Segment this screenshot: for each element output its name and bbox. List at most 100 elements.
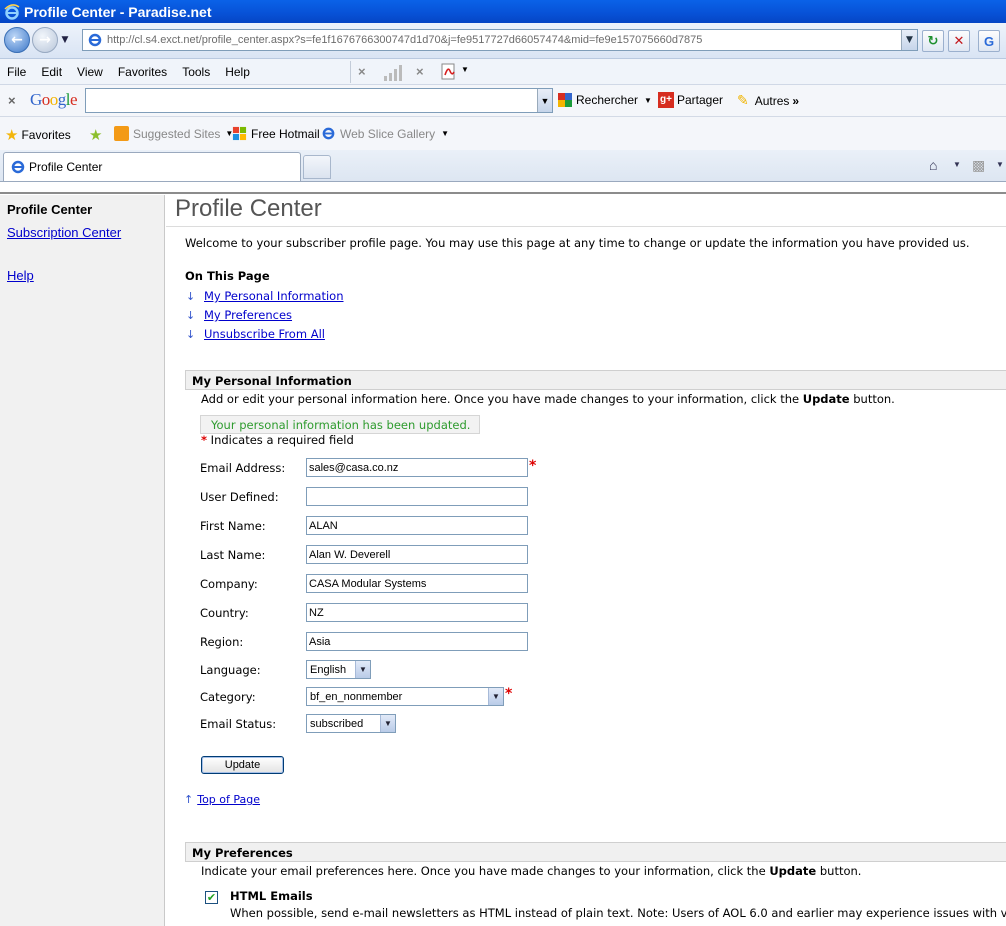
toc-link-unsubscribe[interactable]: Unsubscribe From All bbox=[204, 327, 325, 341]
page-title: Profile Center bbox=[175, 195, 322, 222]
menu-tools[interactable]: Tools bbox=[175, 65, 218, 79]
down-arrow-icon: ↓ bbox=[186, 289, 196, 303]
autres-button[interactable]: ✎ Autres » bbox=[737, 92, 799, 109]
top-of-page: ↑ Top of Page bbox=[184, 793, 260, 806]
new-tab-button[interactable] bbox=[303, 155, 331, 179]
web-slice-dropdown-icon[interactable]: ▼ bbox=[441, 129, 449, 138]
language-select[interactable]: English ▼ bbox=[306, 660, 371, 679]
rechercher-button[interactable]: Rechercher ▼ bbox=[557, 92, 652, 108]
menu-favorites[interactable]: Favorites bbox=[111, 65, 175, 79]
web-slice-gallery-label: Web Slice Gallery bbox=[340, 126, 436, 141]
country-label: Country: bbox=[200, 606, 249, 620]
back-arrow-icon: ← bbox=[11, 32, 23, 48]
add-favorite-icon: ★ bbox=[89, 127, 103, 144]
google-toolbar-close-icon[interactable]: × bbox=[8, 93, 16, 108]
toc-item: ↓ Unsubscribe From All bbox=[186, 327, 325, 341]
last-name-field[interactable] bbox=[306, 545, 528, 564]
toc-link-personal-information[interactable]: My Personal Information bbox=[204, 289, 344, 303]
google-search-input[interactable]: ▼ bbox=[85, 88, 553, 113]
web-slice-ie-icon bbox=[322, 127, 335, 140]
tab-profile-center[interactable]: Profile Center bbox=[3, 152, 301, 181]
company-field[interactable] bbox=[306, 574, 528, 593]
tab-title: Profile Center bbox=[29, 160, 103, 174]
email-field[interactable] bbox=[306, 458, 528, 477]
pencil-icon: ✎ bbox=[737, 92, 749, 108]
viewport-top-border bbox=[0, 182, 1006, 194]
personal-info-heading: My Personal Information bbox=[185, 370, 1006, 390]
update-button[interactable]: Update bbox=[201, 756, 284, 774]
required-note-text: Indicates a required field bbox=[207, 433, 354, 447]
language-selected-value: English bbox=[310, 663, 347, 676]
sidebar-link-subscription-center[interactable]: Subscription Center bbox=[7, 225, 121, 240]
toolbar-close-icon[interactable]: × bbox=[358, 64, 366, 79]
category-selected-value: bf_en_nonmember bbox=[310, 690, 403, 703]
personal-desc-end: button. bbox=[849, 392, 895, 406]
sidebar-title: Profile Center bbox=[7, 202, 93, 217]
preferences-desc-end: button. bbox=[816, 864, 862, 878]
google-rechercher-icon bbox=[558, 93, 572, 107]
menu-bar: File Edit View Favorites Tools Help × × … bbox=[0, 59, 1006, 85]
home-icon[interactable]: ⌂ bbox=[929, 157, 937, 173]
window-title: Profile Center - Paradise.net bbox=[24, 3, 212, 20]
menu-file[interactable]: File bbox=[0, 65, 34, 79]
menu-view[interactable]: View bbox=[70, 65, 111, 79]
suggested-sites-link[interactable]: Suggested Sites ▼ bbox=[114, 126, 233, 141]
url-dropdown-icon[interactable]: ▼ bbox=[901, 30, 917, 50]
region-field[interactable] bbox=[306, 632, 528, 651]
page-ie-icon bbox=[88, 33, 102, 47]
suggested-sites-icon bbox=[114, 126, 129, 141]
first-name-field[interactable] bbox=[306, 516, 528, 535]
home-dropdown-icon[interactable]: ▼ bbox=[953, 160, 961, 169]
add-favorite-button[interactable]: ★ bbox=[89, 126, 105, 144]
back-button[interactable]: ← bbox=[4, 27, 30, 53]
down-arrow-icon: ↓ bbox=[186, 308, 196, 322]
menu-edit[interactable]: Edit bbox=[34, 65, 70, 79]
google-plus-icon: g+ bbox=[658, 92, 674, 108]
email-status-select[interactable]: subscribed ▼ bbox=[306, 714, 396, 733]
url-text: http://cl.s4.exct.net/profile_center.asp… bbox=[107, 34, 703, 46]
forward-button[interactable]: → bbox=[32, 27, 58, 53]
required-field-note: * Indicates a required field bbox=[201, 433, 354, 447]
rss-feed-icon[interactable]: ▩ bbox=[972, 157, 985, 174]
chevron-down-icon: ▼ bbox=[380, 715, 395, 732]
user-defined-field[interactable] bbox=[306, 487, 528, 506]
personal-desc-text: Add or edit your personal information he… bbox=[201, 392, 803, 406]
company-label: Company: bbox=[200, 577, 258, 591]
preferences-description: Indicate your email preferences here. On… bbox=[201, 864, 861, 878]
favorites-button[interactable]: ★ Favorites bbox=[5, 126, 71, 144]
rechercher-label: Rechercher bbox=[576, 93, 639, 107]
rechercher-dropdown-icon[interactable]: ▼ bbox=[644, 96, 652, 105]
refresh-icon[interactable]: ↻ bbox=[922, 30, 944, 52]
country-field[interactable] bbox=[306, 603, 528, 622]
google-search-icon[interactable]: G bbox=[978, 30, 1000, 52]
category-label: Category: bbox=[200, 690, 256, 704]
toolbar-close-icon-2[interactable]: × bbox=[416, 64, 424, 79]
toc-item: ↓ My Preferences bbox=[186, 308, 292, 322]
top-of-page-link[interactable]: Top of Page bbox=[197, 793, 260, 806]
html-emails-checkbox[interactable]: ✔ bbox=[205, 891, 218, 904]
stop-icon[interactable]: ✕ bbox=[948, 30, 970, 52]
rss-dropdown-icon[interactable]: ▼ bbox=[996, 160, 1004, 169]
menu-help[interactable]: Help bbox=[218, 65, 258, 79]
checkmark-icon: ✔ bbox=[206, 891, 217, 904]
category-select[interactable]: bf_en_nonmember ▼ bbox=[306, 687, 504, 706]
history-dropdown-icon[interactable]: ▼ bbox=[58, 35, 72, 45]
url-field[interactable]: http://cl.s4.exct.net/profile_center.asp… bbox=[82, 29, 918, 51]
favorites-bar: ★ Favorites ★ Suggested Sites ▼ Free Hot… bbox=[0, 117, 1006, 150]
partager-button[interactable]: g+ Partager bbox=[658, 92, 723, 108]
user-defined-label: User Defined: bbox=[200, 490, 279, 504]
tab-ie-icon bbox=[11, 160, 25, 174]
html-emails-title: HTML Emails bbox=[230, 889, 313, 903]
email-status-selected-value: subscribed bbox=[310, 717, 364, 730]
on-this-page-heading: On This Page bbox=[185, 269, 270, 283]
pdf-dropdown-icon[interactable]: ▼ bbox=[461, 65, 469, 74]
sidebar-link-help[interactable]: Help bbox=[7, 268, 34, 283]
toc-link-preferences[interactable]: My Preferences bbox=[204, 308, 292, 322]
free-hotmail-link[interactable]: Free Hotmail bbox=[232, 126, 320, 141]
google-search-dropdown-icon[interactable]: ▼ bbox=[537, 89, 552, 112]
google-toolbar: × Google ▼ Rechercher ▼ g+ Partager ✎ Au… bbox=[0, 85, 1006, 117]
free-hotmail-label: Free Hotmail bbox=[251, 126, 320, 141]
web-slice-gallery-link[interactable]: Web Slice Gallery ▼ bbox=[321, 126, 449, 141]
pdf-icon[interactable] bbox=[440, 63, 458, 81]
ie-logo-icon bbox=[4, 3, 20, 20]
